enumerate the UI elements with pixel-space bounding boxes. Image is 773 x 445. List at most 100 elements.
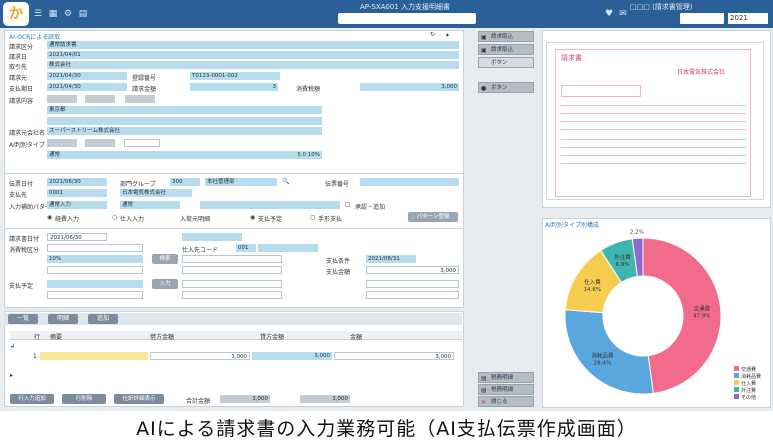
- field-row4-b[interactable]: [182, 266, 282, 274]
- field-invoice-type[interactable]: 通常請求書: [47, 41, 459, 49]
- pie-label-4: その他: [629, 228, 646, 229]
- search-button[interactable]: 検索: [152, 254, 178, 264]
- collapse-icon[interactable]: ▴: [446, 31, 449, 38]
- field-address-detail[interactable]: [47, 117, 322, 125]
- pie-label-0: 交通費: [694, 305, 711, 313]
- search-input[interactable]: [338, 13, 476, 24]
- side-bottom-button-1[interactable]: ▤ 税務明細: [478, 372, 534, 383]
- field-amount2[interactable]: 3,000: [366, 266, 459, 274]
- row-amount[interactable]: 3,000: [334, 352, 454, 360]
- radio-expense-label: 経費入力: [55, 216, 80, 223]
- radio-bill[interactable]: ○: [310, 214, 315, 221]
- field-dept[interactable]: 300: [170, 178, 200, 186]
- field-slip-date[interactable]: 2021/06/30: [47, 178, 107, 186]
- field-supplier-name[interactable]: [258, 244, 318, 252]
- field-invoice-date[interactable]: 2021/04/01: [47, 51, 459, 59]
- field-mid-1[interactable]: [182, 255, 282, 263]
- side-button-2[interactable]: ▣ 請求取込: [478, 44, 534, 55]
- row-summary[interactable]: [40, 352, 148, 360]
- field-rate[interactable]: 5.0 10%: [262, 151, 322, 159]
- side-bottom-button-2[interactable]: ▤ 税務明細: [478, 384, 534, 395]
- heart-icon[interactable]: ♥: [604, 9, 614, 19]
- field-partner[interactable]: 株式会社: [47, 61, 459, 69]
- side-button-3-label: ボタン: [491, 60, 508, 66]
- year-select[interactable]: 2021: [728, 13, 768, 24]
- side-button-4-label: ボタン: [491, 85, 508, 91]
- side-button-3[interactable]: ボタン: [478, 57, 534, 68]
- label-payee: 支払先: [9, 192, 28, 199]
- user-icon: ●: [481, 85, 487, 92]
- menu-icon[interactable]: ☰: [33, 9, 43, 19]
- field-content-b[interactable]: [85, 95, 115, 103]
- pie-label-3: 6.9%: [616, 262, 630, 268]
- field-row6-b[interactable]: [182, 291, 282, 299]
- document-icon[interactable]: ▤: [78, 9, 88, 19]
- field-ai-b[interactable]: [85, 139, 115, 147]
- field-content-a[interactable]: [47, 95, 77, 103]
- field-row5-c[interactable]: [366, 280, 459, 288]
- field-row4-a[interactable]: [47, 266, 143, 274]
- close-button[interactable]: ✕ 閉じる: [478, 396, 534, 407]
- field-pattern[interactable]: 通常入力: [47, 201, 107, 209]
- field-registration[interactable]: T0123-0001-002: [190, 72, 280, 80]
- company-select[interactable]: [680, 13, 724, 24]
- field-blank-1[interactable]: [182, 233, 242, 241]
- field-slip-no[interactable]: [360, 178, 459, 186]
- legend-swatch-4: [734, 394, 739, 399]
- col-debit: 借方金額: [150, 334, 175, 341]
- field-ai-a[interactable]: [47, 139, 77, 147]
- tab-list[interactable]: 一覧: [8, 314, 38, 324]
- row-expand-icon[interactable]: ↲: [10, 343, 15, 350]
- input-button[interactable]: 入力: [152, 279, 178, 289]
- label-invoice-type: 請求区分: [9, 44, 34, 51]
- field-period[interactable]: 2021/08/31: [366, 255, 416, 263]
- check-approve[interactable]: ☐: [345, 202, 350, 209]
- field-payee-name[interactable]: 日本電気株式会社: [120, 189, 192, 197]
- field-invoice-date2[interactable]: 2021/06/30: [47, 233, 107, 241]
- field-supplier[interactable]: スーパーストリーム株式会社: [47, 127, 322, 135]
- field-tax-value[interactable]: 10%: [47, 255, 143, 263]
- radio-expense[interactable]: ◉: [47, 214, 52, 221]
- pie-slice-1: [564, 309, 654, 395]
- label-invoice-date2: 請求書日付: [9, 236, 40, 243]
- field-row6-a[interactable]: [47, 291, 143, 299]
- detail-button[interactable]: 仕訳詳細表示: [114, 394, 164, 404]
- field-out[interactable]: [47, 280, 143, 288]
- radio-schedule[interactable]: ◉: [250, 214, 255, 221]
- pattern-register-button[interactable]: パターン登録: [408, 212, 458, 222]
- field-supplier-code[interactable]: 001: [236, 244, 256, 252]
- pie-label-2: 仕入費: [584, 278, 601, 286]
- tab-detail[interactable]: 明細: [48, 314, 78, 324]
- field-pattern-desc[interactable]: [200, 201, 340, 209]
- field-pattern-extra[interactable]: 通常: [120, 201, 180, 209]
- radio-purchase[interactable]: ○: [112, 214, 117, 221]
- field-row6-c[interactable]: [366, 291, 459, 299]
- field-dept-name[interactable]: 本社管理部: [205, 178, 277, 186]
- side-button-4[interactable]: ● ボタン: [478, 82, 534, 93]
- field-amount[interactable]: 3: [190, 83, 278, 91]
- row-credit[interactable]: 3,000: [252, 352, 332, 360]
- gear-icon[interactable]: ⚙: [63, 9, 73, 19]
- pie-chart: 交通費47.9%消耗品費28.4%仕入費14.6%外注費6.9%その他2.2%交…: [564, 228, 761, 401]
- mail-icon[interactable]: ✉: [618, 9, 628, 19]
- delete-row-button[interactable]: 行削除: [62, 394, 106, 404]
- add-row-button[interactable]: 行入力追加: [10, 394, 54, 404]
- field-billing[interactable]: 2021/04/30: [47, 72, 127, 80]
- section-title-ocr: AI-OCRによる読取: [9, 34, 61, 41]
- field-payee[interactable]: 0001: [47, 189, 107, 197]
- app-logo[interactable]: か: [3, 2, 29, 26]
- search-icon[interactable]: 🔍: [282, 178, 289, 185]
- grid-icon[interactable]: ▦: [48, 9, 58, 19]
- field-total[interactable]: 3,000: [360, 83, 459, 91]
- field-due-date[interactable]: 2021/04/30: [47, 83, 127, 91]
- side-button-1[interactable]: ▣ 請求取込: [478, 31, 534, 42]
- field-content-c[interactable]: [125, 95, 155, 103]
- invoice-line: [561, 129, 746, 130]
- field-address[interactable]: 東京都: [47, 106, 322, 114]
- refresh-icon[interactable]: ↻: [430, 31, 435, 38]
- field-tax-type[interactable]: [47, 244, 143, 252]
- field-row5-b[interactable]: [182, 280, 282, 288]
- row-debit[interactable]: 3,000: [150, 352, 250, 360]
- tab-add[interactable]: 追加: [88, 314, 118, 324]
- field-ai-c[interactable]: [124, 139, 160, 147]
